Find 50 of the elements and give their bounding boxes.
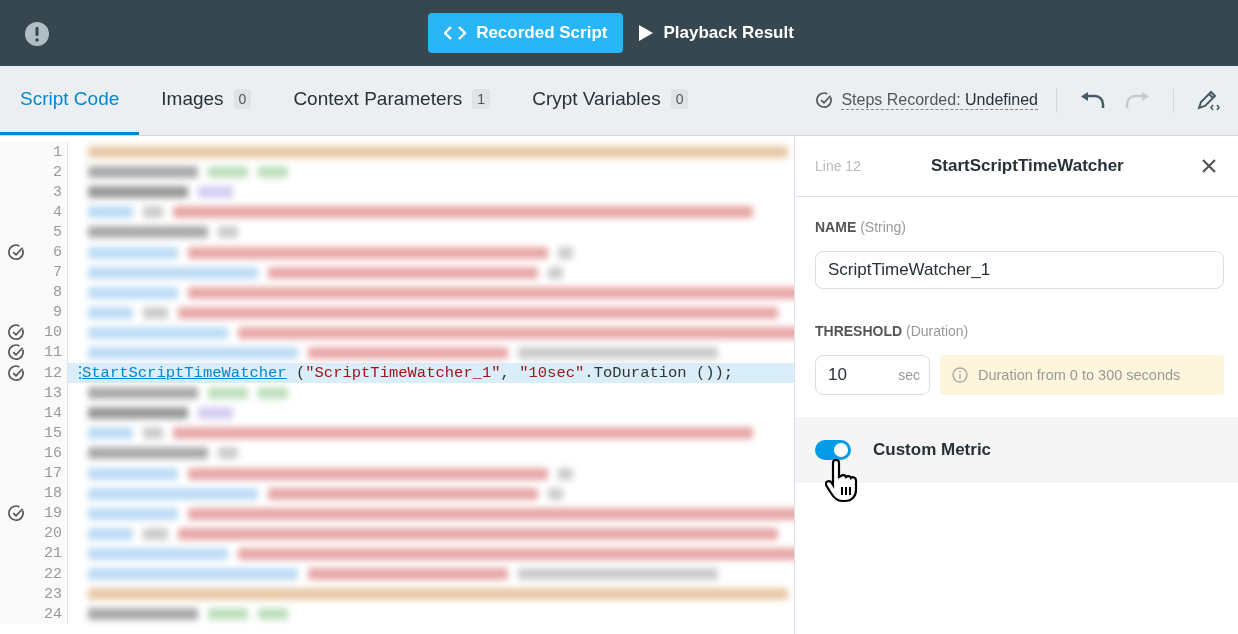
check-circle-icon — [7, 324, 25, 342]
line-number: 4 — [52, 203, 62, 221]
mode-tab[interactable]: Playback Result — [623, 13, 810, 53]
info-icon — [952, 367, 968, 383]
line-number: 9 — [52, 304, 62, 322]
field-label: NAME (String) — [815, 219, 908, 235]
line-number: 24 — [43, 605, 62, 623]
alert-icon[interactable] — [24, 21, 50, 47]
hint-text: Duration from 0 to 300 seconds — [978, 367, 1181, 383]
tab[interactable]: Crypt Variables 0 — [512, 66, 709, 135]
panel-title: StartScriptTimeWatcher — [930, 156, 1125, 176]
check-circle-icon — [7, 344, 25, 362]
tab[interactable]: Images 0 — [141, 66, 272, 135]
line-number: 23 — [43, 585, 62, 603]
line-label: Line 12 — [815, 158, 862, 174]
code-icon — [444, 26, 467, 40]
line-number: 15 — [43, 424, 62, 442]
line-number: 22 — [43, 565, 62, 583]
steps-recorded-status[interactable]: Steps Recorded: Undefined — [841, 91, 1038, 110]
line-number: 16 — [43, 444, 62, 462]
line-number: 7 — [52, 264, 62, 282]
line-number: 1 — [52, 143, 62, 161]
line-number: 6 — [52, 244, 62, 261]
line-number: 14 — [43, 404, 62, 422]
line-number: 18 — [43, 485, 62, 503]
line-number: 3 — [52, 183, 62, 201]
line-number: 8 — [52, 284, 62, 302]
check-circle-icon — [7, 244, 25, 261]
line-number: 10 — [43, 324, 62, 342]
line-number: 17 — [43, 465, 62, 483]
line-number: 19 — [43, 505, 62, 523]
line-number: 11 — [43, 344, 62, 362]
tab[interactable]: Context Parameters 1 — [273, 66, 511, 135]
check-circle-icon — [7, 505, 25, 523]
play-icon — [639, 25, 654, 41]
close-button[interactable] — [1200, 157, 1218, 175]
code-line: ⋮StartScriptTimeWatcher ("ScriptTimeWatcher_1", "10sec".ToDuration ()); — [71, 363, 734, 383]
line-number: 2 — [52, 163, 62, 181]
line-number: 5 — [52, 223, 62, 241]
check-circle-icon — [816, 92, 834, 109]
line-number: 21 — [43, 545, 62, 563]
toggle-label: Custom Metric — [873, 440, 992, 460]
check-circle-icon — [7, 364, 25, 382]
name-input[interactable]: ScriptTimeWatcher_1 — [815, 251, 1224, 289]
line-number: 13 — [43, 384, 62, 402]
line-number: 12 — [43, 364, 62, 382]
field-label: THRESHOLD (Duration) — [815, 323, 970, 339]
unit-label: sec — [898, 367, 920, 383]
line-number: 20 — [43, 525, 62, 543]
toggle-switch[interactable] — [815, 440, 851, 460]
